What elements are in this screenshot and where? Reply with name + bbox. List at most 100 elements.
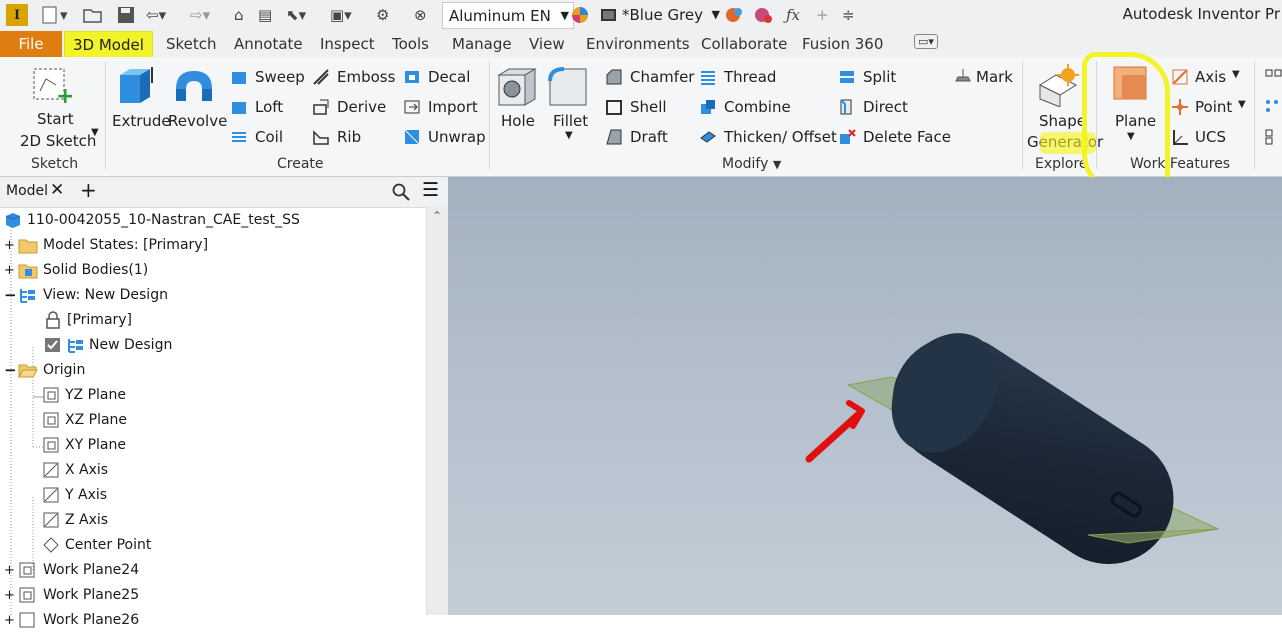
search-icon[interactable] xyxy=(392,183,410,201)
expand-icon[interactable]: + xyxy=(4,563,18,578)
scroll-up-icon[interactable]: ⌃ xyxy=(432,209,442,223)
chevron-down-icon[interactable]: ▼ xyxy=(1232,69,1240,80)
undo-icon[interactable]: ⇦▾ xyxy=(146,4,166,26)
coil-button[interactable]: Coil xyxy=(255,128,283,146)
adjust-appearance-icon[interactable] xyxy=(724,4,746,26)
adjust-icon[interactable]: ⊗ xyxy=(414,4,427,26)
chevron-down-icon[interactable]: ▼ xyxy=(91,127,99,138)
save-icon[interactable] xyxy=(116,4,136,26)
tab-file[interactable]: File xyxy=(0,31,62,57)
chevron-down-icon[interactable]: ▼ xyxy=(773,158,781,171)
shell-button[interactable]: Shell xyxy=(630,98,667,116)
thread-button[interactable]: Thread xyxy=(724,68,776,86)
derive-button[interactable]: Derive xyxy=(337,98,386,116)
plus-icon[interactable]: + xyxy=(816,4,829,26)
ucs-button[interactable]: UCS xyxy=(1195,128,1226,146)
shape-label[interactable]: Shape xyxy=(1039,112,1086,130)
collapse-icon[interactable]: − xyxy=(4,286,18,304)
project-icon[interactable]: ▤ xyxy=(258,4,272,26)
tab-view[interactable]: View xyxy=(529,35,565,53)
2d-sketch-label[interactable]: 2D Sketch xyxy=(20,132,96,150)
collapse-icon[interactable]: − xyxy=(4,361,18,379)
tab-environments[interactable]: Environments xyxy=(586,35,690,53)
new-icon[interactable]: ▾ xyxy=(40,4,68,26)
tab-model[interactable]: Model xyxy=(6,183,48,199)
grid-pattern-icon[interactable] xyxy=(1264,128,1282,146)
tree-item-xz-plane[interactable]: XZ Plane xyxy=(42,408,127,432)
chevron-down-icon[interactable]: ▼ xyxy=(1238,99,1246,110)
open-icon[interactable] xyxy=(82,4,104,26)
expand-icon[interactable]: + xyxy=(4,263,18,278)
expand-icon[interactable]: + xyxy=(4,588,18,603)
tree-item-yz-plane[interactable]: YZ Plane xyxy=(42,383,126,407)
unwrap-button[interactable]: Unwrap xyxy=(428,128,486,146)
home-icon[interactable]: ⌂ xyxy=(234,4,244,26)
tree-item-solid-bodies[interactable]: + Solid Bodies(1) xyxy=(4,258,148,282)
properties-icon[interactable]: ⚙ xyxy=(376,4,389,26)
tree-item-view[interactable]: − View: New Design xyxy=(4,283,168,307)
point-button[interactable]: Point xyxy=(1195,98,1232,116)
tab-fusion-360[interactable]: Fusion 360 xyxy=(802,35,883,53)
browser-scrollbar[interactable]: ⌃ xyxy=(426,207,449,615)
tab-inspect[interactable]: Inspect xyxy=(320,35,375,53)
dots-pattern-icon[interactable] xyxy=(1264,98,1282,116)
cylinder-part[interactable] xyxy=(868,311,1199,589)
customize-icon[interactable]: ≑ xyxy=(842,4,855,26)
tab-tools[interactable]: Tools xyxy=(392,35,429,53)
tree-item-work-plane24[interactable]: + Work Plane24 xyxy=(4,558,139,582)
add-tab-icon[interactable]: + xyxy=(80,178,97,202)
tree-item-x-axis[interactable]: X Axis xyxy=(42,458,108,482)
extrude-icon[interactable] xyxy=(116,63,158,111)
tab-manage[interactable]: Manage xyxy=(452,35,512,53)
rib-button[interactable]: Rib xyxy=(337,128,361,146)
menu-icon[interactable]: ☰ xyxy=(422,179,439,201)
tab-annotate[interactable]: Annotate xyxy=(234,35,303,53)
revolve-icon[interactable] xyxy=(172,65,216,111)
checkbox-icon[interactable] xyxy=(44,336,62,354)
tree-item-y-axis[interactable]: Y Axis xyxy=(42,483,107,507)
draft-button[interactable]: Draft xyxy=(630,128,668,146)
tree-item-part[interactable]: 110-0042055_10-Nastran_CAE_test_SS xyxy=(4,208,300,232)
fillet-button[interactable]: Fillet xyxy=(553,112,588,130)
tree-item-work-plane26[interactable]: + Work Plane26 xyxy=(4,608,139,632)
tree-item-center-point[interactable]: Center Point xyxy=(42,533,151,557)
axis-button[interactable]: Axis xyxy=(1195,68,1226,86)
graphics-viewport[interactable] xyxy=(448,177,1282,615)
tab-collaborate[interactable]: Collaborate xyxy=(701,35,787,53)
tree-item-z-axis[interactable]: Z Axis xyxy=(42,508,108,532)
shape-generator-icon[interactable] xyxy=(1036,63,1080,111)
redo-icon[interactable]: ⇨▾ xyxy=(190,4,210,26)
decal-button[interactable]: Decal xyxy=(428,68,470,86)
fillet-icon[interactable] xyxy=(546,65,590,113)
chamfer-button[interactable]: Chamfer xyxy=(630,68,694,86)
tree-item-model-states[interactable]: + Model States: [Primary] xyxy=(4,233,208,257)
extrude-button[interactable]: Extrude xyxy=(112,112,171,130)
fx-icon[interactable]: ƒx xyxy=(786,4,800,26)
loft-button[interactable]: Loft xyxy=(255,98,283,116)
thicken-offset-button[interactable]: Thicken/ Offset xyxy=(724,128,837,146)
emboss-button[interactable]: Emboss xyxy=(337,68,395,86)
start-sketch-icon[interactable]: + xyxy=(28,65,74,109)
import-button[interactable]: Import xyxy=(428,98,478,116)
expand-icon[interactable]: + xyxy=(4,238,18,253)
update-icon[interactable]: ▣▾ xyxy=(330,4,352,26)
ribbon-display-icon[interactable]: ▭▾ xyxy=(914,34,938,49)
tab-3d-model[interactable]: 3D Model xyxy=(64,31,153,59)
material-select[interactable]: Aluminum EN ▼ xyxy=(442,2,574,29)
revolve-button[interactable]: Revolve xyxy=(168,112,227,130)
hole-icon[interactable] xyxy=(495,65,539,113)
delete-face-button[interactable]: Delete Face xyxy=(863,128,951,146)
tree-item-work-plane25[interactable]: + Work Plane25 xyxy=(4,583,139,607)
tree-item-new-design[interactable]: New Design xyxy=(44,333,172,357)
tab-sketch[interactable]: Sketch xyxy=(166,35,217,53)
appearance-select[interactable]: *Blue Grey ▼ xyxy=(598,2,720,27)
select-filter-icon[interactable]: ⬉▾ xyxy=(286,4,306,26)
sweep-button[interactable]: Sweep xyxy=(255,68,305,86)
split-button[interactable]: Split xyxy=(863,68,896,86)
chevron-down-icon[interactable]: ▼ xyxy=(565,130,573,141)
clear-appearance-icon[interactable] xyxy=(752,4,774,26)
close-icon[interactable]: ✕ xyxy=(50,180,64,200)
mark-button[interactable]: Mark xyxy=(976,68,1013,86)
combine-button[interactable]: Combine xyxy=(724,98,791,116)
pattern-icon[interactable] xyxy=(1264,68,1282,86)
